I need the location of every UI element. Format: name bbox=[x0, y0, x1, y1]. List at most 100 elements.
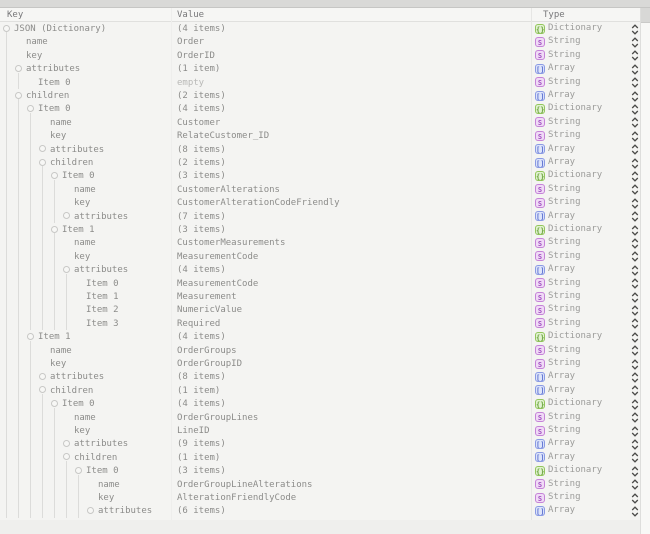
table-row[interactable]: Item 1(4 items){}Dictionary bbox=[0, 330, 640, 343]
table-row[interactable]: attributes(9 items)[]Array bbox=[0, 437, 640, 450]
stepper-icon[interactable] bbox=[631, 131, 639, 142]
stepper-icon[interactable] bbox=[631, 292, 639, 303]
table-row[interactable]: nameCustomerSString bbox=[0, 116, 640, 129]
disclosure-circle-icon[interactable] bbox=[63, 212, 70, 219]
table-row[interactable]: nameOrderGroupsSString bbox=[0, 344, 640, 357]
stepper-icon[interactable] bbox=[631, 399, 639, 410]
disclosure-circle-icon[interactable] bbox=[39, 159, 46, 166]
stepper-icon[interactable] bbox=[631, 493, 639, 504]
disclosure-circle-icon[interactable] bbox=[51, 226, 58, 233]
disclosure-circle-icon[interactable] bbox=[39, 386, 46, 393]
disclosure-circle-icon[interactable] bbox=[27, 105, 34, 112]
disclosure-circle-icon[interactable] bbox=[15, 65, 22, 72]
stepper-icon[interactable] bbox=[631, 184, 639, 195]
stepper-icon[interactable] bbox=[631, 412, 639, 423]
disclosure-circle-icon[interactable] bbox=[51, 400, 58, 407]
vertical-scrollbar[interactable] bbox=[641, 8, 650, 534]
table-row[interactable]: keyOrderIDSString bbox=[0, 49, 640, 62]
table-row[interactable]: nameCustomerMeasurementsSString bbox=[0, 236, 640, 249]
table-row[interactable]: Item 0(4 items){}Dictionary bbox=[0, 397, 640, 410]
stepper-icon[interactable] bbox=[631, 91, 639, 102]
table-row[interactable]: attributes(1 item)[]Array bbox=[0, 62, 640, 75]
stepper-icon[interactable] bbox=[631, 64, 639, 75]
stepper-icon[interactable] bbox=[631, 265, 639, 276]
disclosure-circle-icon[interactable] bbox=[27, 333, 34, 340]
table-row[interactable]: Item 2NumericValueSString bbox=[0, 303, 640, 316]
disclosure-circle-icon[interactable] bbox=[63, 440, 70, 447]
table-row[interactable]: children(2 items)[]Array bbox=[0, 156, 640, 169]
table-row[interactable]: attributes(6 items)[]Array bbox=[0, 504, 640, 517]
stepper-icon[interactable] bbox=[631, 144, 639, 155]
table-row[interactable]: nameOrderGroupLineAlterationsSString bbox=[0, 478, 640, 491]
stepper-icon[interactable] bbox=[631, 466, 639, 477]
stepper-icon[interactable] bbox=[631, 238, 639, 249]
disclosure-circle-icon[interactable] bbox=[63, 453, 70, 460]
stepper-icon[interactable] bbox=[631, 345, 639, 356]
table-row[interactable]: Item 3RequiredSString bbox=[0, 317, 640, 330]
disclosure-circle-icon[interactable] bbox=[75, 467, 82, 474]
table-row[interactable]: children(1 item)[]Array bbox=[0, 451, 640, 464]
stepper-icon[interactable] bbox=[631, 77, 639, 88]
stepper-icon[interactable] bbox=[631, 251, 639, 262]
stepper-icon[interactable] bbox=[631, 305, 639, 316]
table-row[interactable]: attributes(8 items)[]Array bbox=[0, 370, 640, 383]
disclosure-circle-icon[interactable] bbox=[39, 145, 46, 152]
stepper-icon[interactable] bbox=[631, 372, 639, 383]
disclosure-circle-icon[interactable] bbox=[51, 172, 58, 179]
disclosure-circle-icon[interactable] bbox=[39, 373, 46, 380]
table-row[interactable]: Item 1(3 items){}Dictionary bbox=[0, 223, 640, 236]
table-row[interactable]: keyRelateCustomer_IDSString bbox=[0, 129, 640, 142]
disclosure-circle-icon[interactable] bbox=[63, 266, 70, 273]
table-row[interactable]: attributes(8 items)[]Array bbox=[0, 143, 640, 156]
table-row[interactable]: Item 0(4 items){}Dictionary bbox=[0, 102, 640, 115]
table-row[interactable]: children(2 items)[]Array bbox=[0, 89, 640, 102]
table-row[interactable]: JSON (Dictionary)(4 items){}Dictionary bbox=[0, 22, 640, 35]
disclosure-circle-icon[interactable] bbox=[3, 25, 10, 32]
stepper-icon[interactable] bbox=[631, 385, 639, 396]
stepper-icon[interactable] bbox=[631, 158, 639, 169]
table-row[interactable]: Item 0MeasurementCodeSString bbox=[0, 277, 640, 290]
column-header-value[interactable]: Value bbox=[177, 10, 204, 20]
row-type-label: Array bbox=[548, 371, 575, 381]
table-row[interactable]: nameOrderSString bbox=[0, 35, 640, 48]
table-row[interactable]: keyOrderGroupIDSString bbox=[0, 357, 640, 370]
stepper-icon[interactable] bbox=[631, 198, 639, 209]
disclosure-circle-icon[interactable] bbox=[87, 507, 94, 514]
stepper-icon[interactable] bbox=[631, 211, 639, 222]
stepper-icon[interactable] bbox=[631, 426, 639, 437]
stepper-icon[interactable] bbox=[631, 439, 639, 450]
array-brackets-icon: [] bbox=[535, 64, 545, 74]
disclosure-circle-icon[interactable] bbox=[15, 92, 22, 99]
column-header-key[interactable]: Key bbox=[7, 10, 23, 20]
stepper-icon[interactable] bbox=[631, 332, 639, 343]
table-row[interactable]: nameOrderGroupLinesSString bbox=[0, 411, 640, 424]
stepper-icon[interactable] bbox=[631, 318, 639, 329]
stepper-icon[interactable] bbox=[631, 359, 639, 370]
table-row[interactable]: nameCustomerAlterationsSString bbox=[0, 183, 640, 196]
table-row[interactable]: keyCustomerAlterationCodeFriendlySString bbox=[0, 196, 640, 209]
table-row[interactable]: keyLineIDSString bbox=[0, 424, 640, 437]
table-row[interactable]: Item 1MeasurementSString bbox=[0, 290, 640, 303]
table-row[interactable]: Item 0(3 items){}Dictionary bbox=[0, 464, 640, 477]
table-row[interactable]: keyAlterationFriendlyCodeSString bbox=[0, 491, 640, 504]
stepper-icon[interactable] bbox=[631, 117, 639, 128]
table-row[interactable]: Item 0(3 items){}Dictionary bbox=[0, 169, 640, 182]
stepper-icon[interactable] bbox=[631, 452, 639, 463]
stepper-icon[interactable] bbox=[631, 37, 639, 48]
stepper-icon[interactable] bbox=[631, 225, 639, 236]
table-row[interactable]: children(1 item)[]Array bbox=[0, 384, 640, 397]
table-row[interactable]: attributes(7 items)[]Array bbox=[0, 210, 640, 223]
stepper-icon[interactable] bbox=[631, 104, 639, 115]
stepper-icon[interactable] bbox=[631, 171, 639, 182]
stepper-icon[interactable] bbox=[631, 24, 639, 35]
stepper-icon[interactable] bbox=[631, 50, 639, 61]
column-header-type[interactable]: Type bbox=[543, 10, 565, 20]
stepper-icon[interactable] bbox=[631, 479, 639, 490]
table-row[interactable]: Item 0emptySString bbox=[0, 76, 640, 89]
table-row[interactable]: attributes(4 items)[]Array bbox=[0, 263, 640, 276]
table-row[interactable]: keyMeasurementCodeSString bbox=[0, 250, 640, 263]
stepper-icon[interactable] bbox=[631, 278, 639, 289]
stepper-icon[interactable] bbox=[631, 506, 639, 517]
row-type-label: Array bbox=[548, 211, 575, 221]
row-value: (2 items) bbox=[177, 91, 226, 101]
